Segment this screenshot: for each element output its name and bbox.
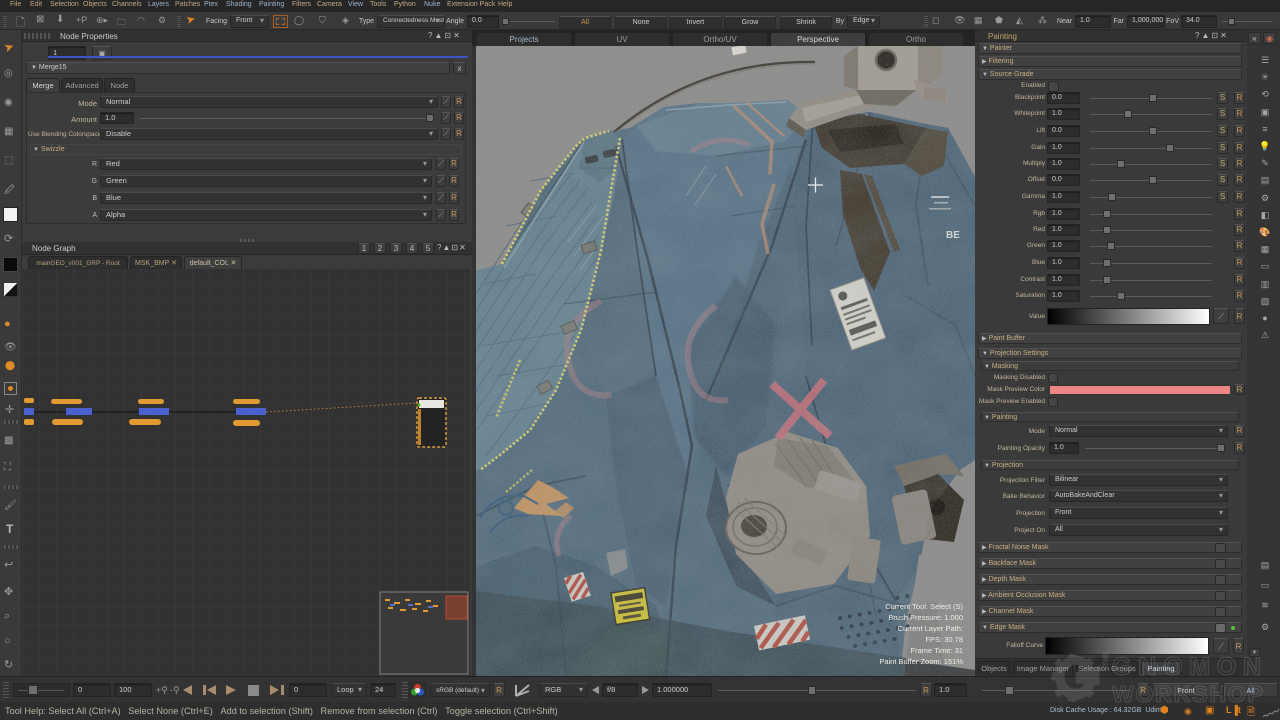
svg-text:Current Tool: Select (S): Current Tool: Select (S): [885, 602, 963, 611]
svg-text:Brush Pressure: 1.000: Brush Pressure: 1.000: [888, 613, 963, 622]
svg-text:FPS: 30.78: FPS: 30.78: [925, 635, 963, 644]
svg-text:Current Layer Path:: Current Layer Path:: [898, 624, 963, 633]
svg-text:Frame Time: 31: Frame Time: 31: [910, 646, 963, 655]
svg-text:Paint Buffer Zoom: 151%: Paint Buffer Zoom: 151%: [879, 657, 963, 666]
